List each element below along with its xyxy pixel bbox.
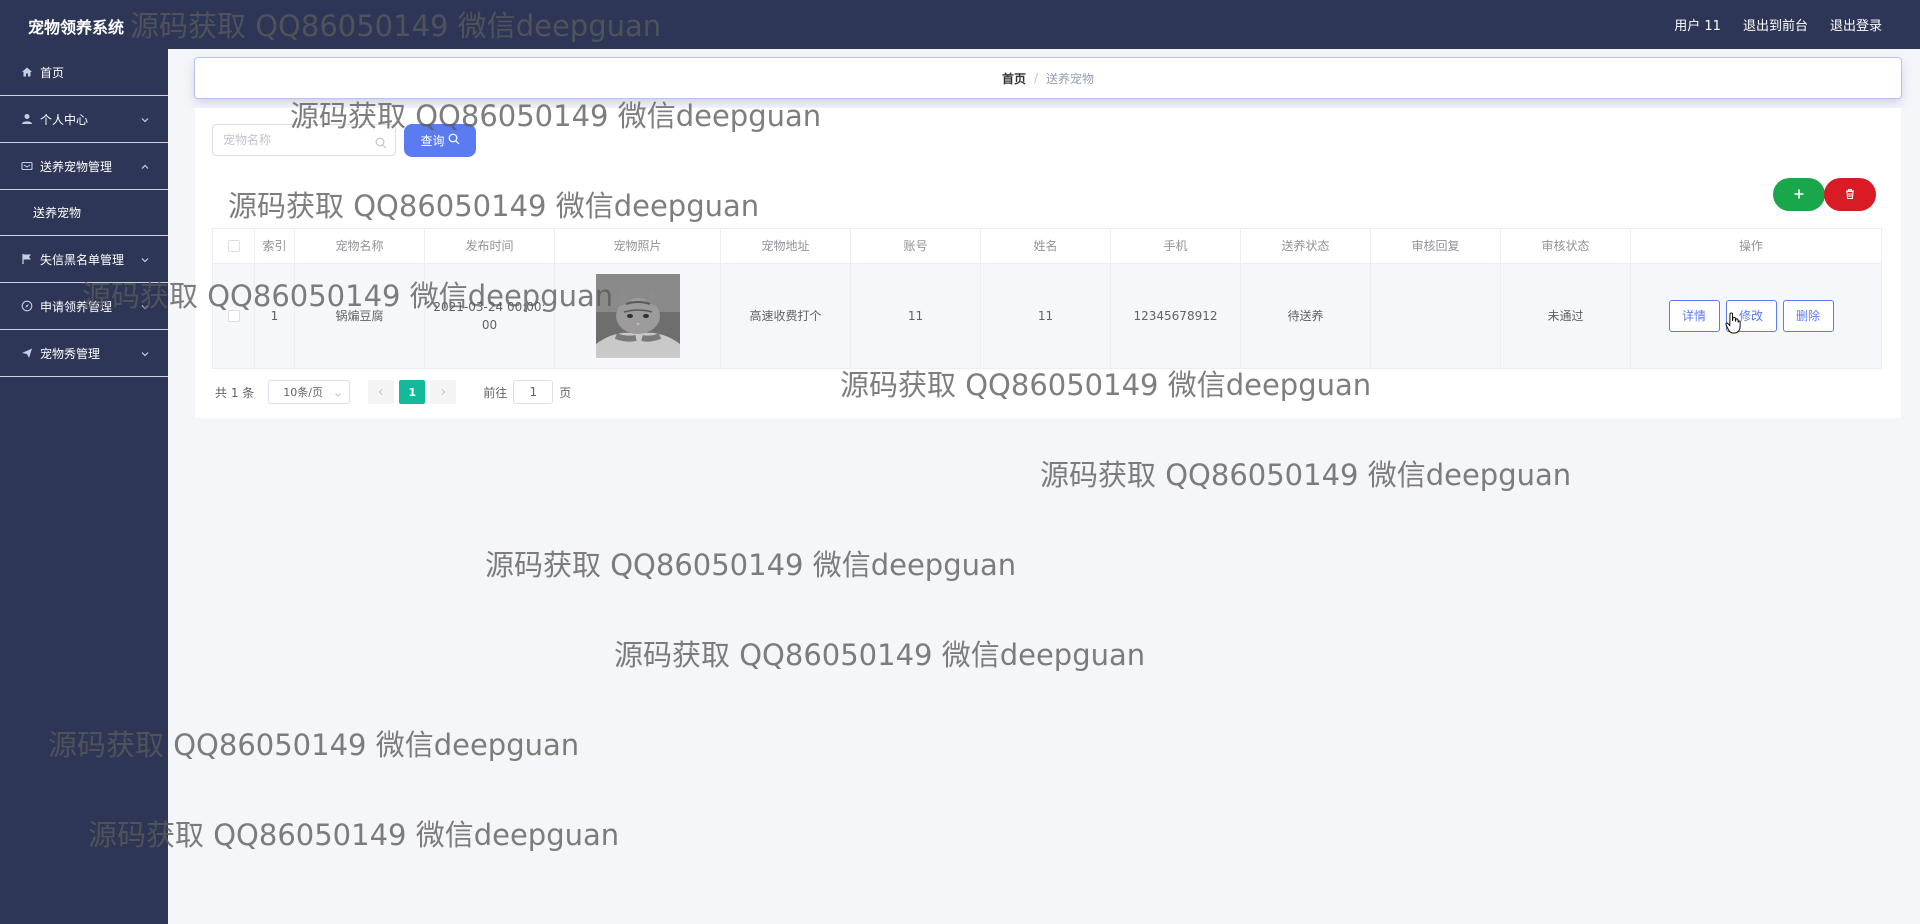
query-button-label: 查询: [420, 134, 445, 148]
app-title: 宠物领养系统: [28, 18, 125, 37]
chevron-right-icon: [441, 389, 446, 395]
next-page-button[interactable]: [430, 380, 457, 404]
header-cell: 审核回复: [1371, 229, 1501, 263]
sidebar-item-label: 送养宠物管理: [40, 159, 113, 174]
header-cell: 索引: [255, 229, 295, 263]
pets-table: 索引 宠物名称 发布时间 宠物照片 宠物地址 账号 姓名 手机 送养状态 审核回…: [212, 228, 1882, 369]
watermark-text: 源码获取 QQ86050149 微信deepguan: [614, 638, 1146, 672]
page-size-value: 10条/页: [283, 386, 323, 399]
breadcrumb-separator: /: [1033, 71, 1039, 85]
header-cell: 宠物照片: [555, 229, 721, 263]
logout-link[interactable]: 退出登录: [1830, 15, 1882, 34]
plus-icon: [1793, 185, 1805, 204]
search-field: [212, 124, 396, 156]
sidebar-item-label: 首页: [40, 65, 65, 80]
cell-review-reply: [1371, 264, 1501, 368]
search-icon: [375, 134, 387, 153]
breadcrumb: 首页 / 送养宠物: [195, 58, 1901, 98]
header-cell: 发布时间: [425, 229, 555, 263]
send-icon: [20, 346, 34, 360]
sidebar-item-label: 个人中心: [40, 112, 89, 127]
table-row: 1 锅煸豆腐 2021-03-24 00:00:00 高速收费打个 11 11 …: [212, 264, 1882, 369]
add-button[interactable]: [1773, 178, 1825, 211]
sidebar-item-adoption-application-management[interactable]: 申请领养管理: [0, 283, 168, 330]
sidebar-item-label: 申请领养管理: [40, 299, 113, 314]
pagination: 共 1 条 10条/页 1 前往 1 页: [215, 380, 571, 404]
breadcrumb-home[interactable]: 首页: [1002, 70, 1026, 87]
sidebar-item-home[interactable]: 首页: [0, 49, 168, 96]
trash-icon: [1844, 185, 1856, 204]
main-card: 查询 索引 宠物名称 发布时间 宠物照片 宠物地址 账号 姓名 手机 送养状态 …: [195, 108, 1901, 418]
cell-phone: 12345678912: [1111, 264, 1241, 368]
cell-pet-photo: [555, 264, 721, 368]
cat-photo-image[interactable]: [595, 274, 680, 358]
watermark-text: 源码获取 QQ86050149 微信deepguan: [485, 548, 1017, 582]
header-select-all[interactable]: [213, 229, 255, 263]
chevron-up-icon: [140, 161, 150, 171]
goto-page: 前往 1 页: [483, 380, 571, 404]
home-icon: [20, 65, 34, 79]
top-nav: 用户 11 退出到前台 退出登录: [1674, 15, 1882, 34]
card-icon: [20, 159, 34, 173]
breadcrumb-current: 送养宠物: [1046, 71, 1095, 86]
cell-publish-time: 2021-03-24 00:00:00: [425, 264, 555, 368]
sidebar-item-label: 送养宠物: [33, 206, 82, 220]
table-header: 索引 宠物名称 发布时间 宠物照片 宠物地址 账号 姓名 手机 送养状态 审核回…: [212, 228, 1882, 264]
chevron-down-icon: [140, 254, 150, 264]
compass-icon: [20, 299, 34, 313]
delete-button[interactable]: 删除: [1782, 300, 1834, 332]
chevron-down-icon: [140, 301, 150, 311]
cell-adopt-status: 待送养: [1241, 264, 1371, 368]
cell-index: 1: [255, 264, 295, 368]
page-size-select[interactable]: 10条/页: [268, 380, 351, 404]
cell-address: 高速收费打个: [721, 264, 851, 368]
query-button[interactable]: 查询: [404, 124, 476, 157]
pet-name-search-input[interactable]: [223, 133, 373, 147]
header-cell: 宠物名称: [295, 229, 425, 263]
sidebar-item-personal-center[interactable]: 个人中心: [0, 96, 168, 143]
top-bar: 宠物领养系统 用户 11 退出到前台 退出登录: [0, 0, 1920, 49]
cell-pet-name: 锅煸豆腐: [295, 264, 425, 368]
cell-actions: 详情 修改 删除: [1631, 264, 1871, 368]
row-checkbox[interactable]: [227, 310, 240, 322]
user-icon: [20, 112, 34, 126]
header-cell: 操作: [1738, 239, 1763, 253]
sidebar-item-blacklist-management[interactable]: 失信黑名单管理: [0, 236, 168, 283]
batch-delete-button[interactable]: [1824, 178, 1876, 211]
pagination-total: 共 1 条: [215, 385, 255, 400]
user-label[interactable]: 用户 11: [1674, 15, 1721, 34]
goto-suffix: 页: [559, 385, 572, 400]
search-icon: [448, 133, 460, 148]
header-cell: 手机: [1111, 229, 1241, 263]
row-select[interactable]: [213, 264, 255, 368]
cell-account: 11: [851, 264, 981, 368]
header-cell: 宠物地址: [721, 229, 851, 263]
chevron-down-icon: [140, 114, 150, 124]
page-number-current[interactable]: 1: [399, 380, 426, 404]
header-cell: 账号: [851, 229, 981, 263]
sidebar-item-pet-show-management[interactable]: 宠物秀管理: [0, 330, 168, 377]
sidebar-item-label: 宠物秀管理: [40, 346, 101, 361]
sidebar-subitem-adopt-out-pets[interactable]: 送养宠物: [0, 190, 168, 236]
detail-button[interactable]: 详情: [1668, 300, 1720, 332]
hand-cursor-icon: [1725, 312, 1741, 338]
chevron-left-icon: [379, 389, 383, 395]
header-cell: 姓名: [981, 229, 1111, 263]
sidebar: 首页 个人中心 送养宠物管理 送养宠物 失信黑名单管理 申请领养管理 宠物秀管理: [0, 49, 168, 924]
header-cell: 审核状态: [1501, 229, 1631, 263]
goto-prefix: 前往: [483, 385, 508, 400]
select-all-checkbox[interactable]: [227, 240, 240, 252]
chevron-down-icon: [140, 348, 150, 358]
sidebar-item-adopt-out-management[interactable]: 送养宠物管理: [0, 143, 168, 190]
exit-to-front-link[interactable]: 退出到前台: [1743, 15, 1808, 34]
cell-review-status: 未通过: [1501, 264, 1631, 368]
flag-icon: [20, 252, 34, 266]
prev-page-button[interactable]: [368, 380, 395, 404]
sidebar-item-label: 失信黑名单管理: [40, 252, 125, 267]
goto-page-input[interactable]: 1: [513, 380, 554, 404]
watermark-text: 源码获取 QQ86050149 微信deepguan: [1040, 458, 1572, 492]
chevron-down-icon: [334, 389, 342, 402]
cell-name: 11: [981, 264, 1111, 368]
header-cell: 送养状态: [1241, 229, 1371, 263]
